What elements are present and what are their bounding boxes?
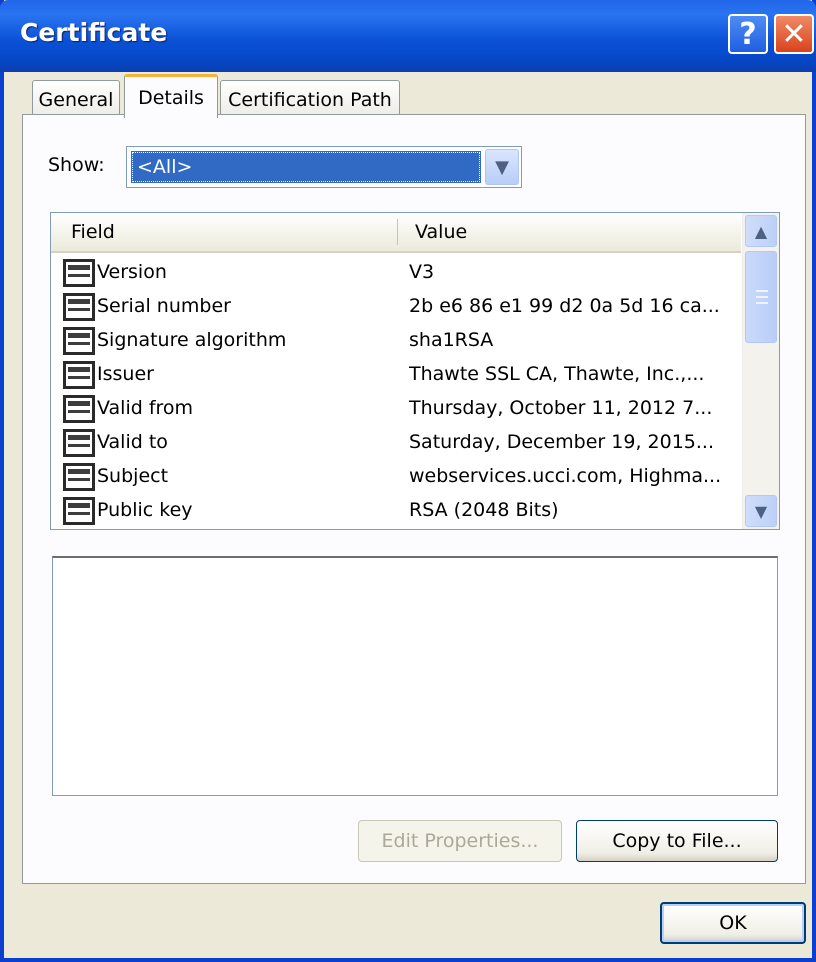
copy-to-file-button[interactable]: Copy to File...	[576, 820, 778, 862]
list-item[interactable]: Issuer Thawte SSL CA, Thawte, Inc.,...	[51, 359, 741, 393]
show-label: Show:	[48, 154, 105, 176]
grip-line	[756, 302, 768, 304]
list-item[interactable]: Public key RSA (2048 Bits)	[51, 495, 741, 529]
ok-label: OK	[719, 912, 747, 934]
field-value: Thursday, October 11, 2012 7...	[409, 397, 713, 419]
field-name: Signature algorithm	[97, 329, 287, 351]
list-item[interactable]: Version V3	[51, 257, 741, 291]
dropdown-button[interactable]: ▼	[485, 149, 519, 185]
field-value: 2b e6 86 e1 99 d2 0a 5d 16 ca...	[409, 295, 720, 317]
list-item[interactable]: Valid from Thursday, October 11, 2012 7.…	[51, 393, 741, 427]
certificate-field-icon	[63, 327, 95, 355]
show-selected-value: <All>	[131, 151, 481, 183]
field-name: Valid to	[97, 431, 168, 453]
field-value: Thawte SSL CA, Thawte, Inc.,...	[409, 363, 705, 385]
field-value: V3	[409, 261, 435, 283]
close-icon: ✕	[781, 16, 807, 52]
tab-details[interactable]: Details	[124, 74, 218, 118]
close-button[interactable]: ✕	[774, 14, 814, 54]
field-name: Serial number	[97, 295, 231, 317]
edit-properties-label: Edit Properties...	[381, 830, 539, 852]
window-title: Certificate	[20, 18, 168, 47]
field-name: Issuer	[97, 363, 154, 385]
list-item[interactable]: Subject webservices.ucci.com, Highma...	[51, 461, 741, 495]
chevron-down-icon: ▼	[495, 156, 509, 178]
tab-certification-path-label: Certification Path	[228, 88, 392, 111]
list-item[interactable]: Serial number 2b e6 86 e1 99 d2 0a 5d 16…	[51, 291, 741, 325]
field-value: sha1RSA	[409, 329, 494, 351]
field-value: webservices.ucci.com, Highma...	[409, 465, 722, 487]
tab-general-label: General	[38, 88, 114, 111]
grip-line	[756, 296, 768, 298]
certificate-field-icon	[63, 429, 95, 457]
fields-list[interactable]: Field Value Version V3 Serial number 2b …	[50, 212, 780, 530]
tab-details-label: Details	[138, 86, 204, 109]
certificate-field-icon	[63, 293, 95, 321]
column-divider[interactable]	[397, 219, 398, 245]
column-header-value[interactable]: Value	[415, 221, 467, 243]
help-icon: ?	[739, 16, 757, 52]
certificate-field-icon	[63, 361, 95, 389]
list-header: Field Value	[51, 213, 741, 253]
vertical-scrollbar[interactable]: ▲ ▼	[742, 213, 779, 529]
list-item[interactable]: Valid to Saturday, December 19, 2015...	[51, 427, 741, 461]
chevron-up-icon: ▲	[754, 221, 768, 241]
show-dropdown[interactable]: <All> ▼	[126, 146, 522, 188]
field-value: RSA (2048 Bits)	[409, 499, 559, 521]
field-value: Saturday, December 19, 2015...	[409, 431, 714, 453]
scroll-thumb[interactable]	[745, 251, 777, 343]
copy-to-file-label: Copy to File...	[612, 830, 742, 852]
tab-general[interactable]: General	[32, 80, 120, 118]
help-button[interactable]: ?	[728, 14, 768, 54]
field-name: Public key	[97, 499, 193, 521]
ok-button[interactable]: OK	[660, 902, 806, 944]
field-name: Valid from	[97, 397, 194, 419]
certificate-field-icon	[63, 259, 95, 287]
field-name: Subject	[97, 465, 169, 487]
field-detail-textbox[interactable]	[52, 556, 778, 796]
certificate-field-icon	[63, 497, 95, 525]
chevron-down-icon: ▼	[754, 501, 768, 521]
tab-certification-path[interactable]: Certification Path	[220, 80, 400, 118]
column-header-field[interactable]: Field	[71, 221, 115, 243]
field-name: Version	[97, 261, 167, 283]
scroll-up-button[interactable]: ▲	[745, 215, 777, 247]
certificate-field-icon	[63, 395, 95, 423]
grip-line	[756, 290, 768, 292]
edit-properties-button[interactable]: Edit Properties...	[358, 820, 562, 862]
certificate-field-icon	[63, 463, 95, 491]
title-bar[interactable]: Certificate ? ✕	[0, 0, 816, 72]
list-item[interactable]: Signature algorithm sha1RSA	[51, 325, 741, 359]
scroll-down-button[interactable]: ▼	[745, 495, 777, 527]
